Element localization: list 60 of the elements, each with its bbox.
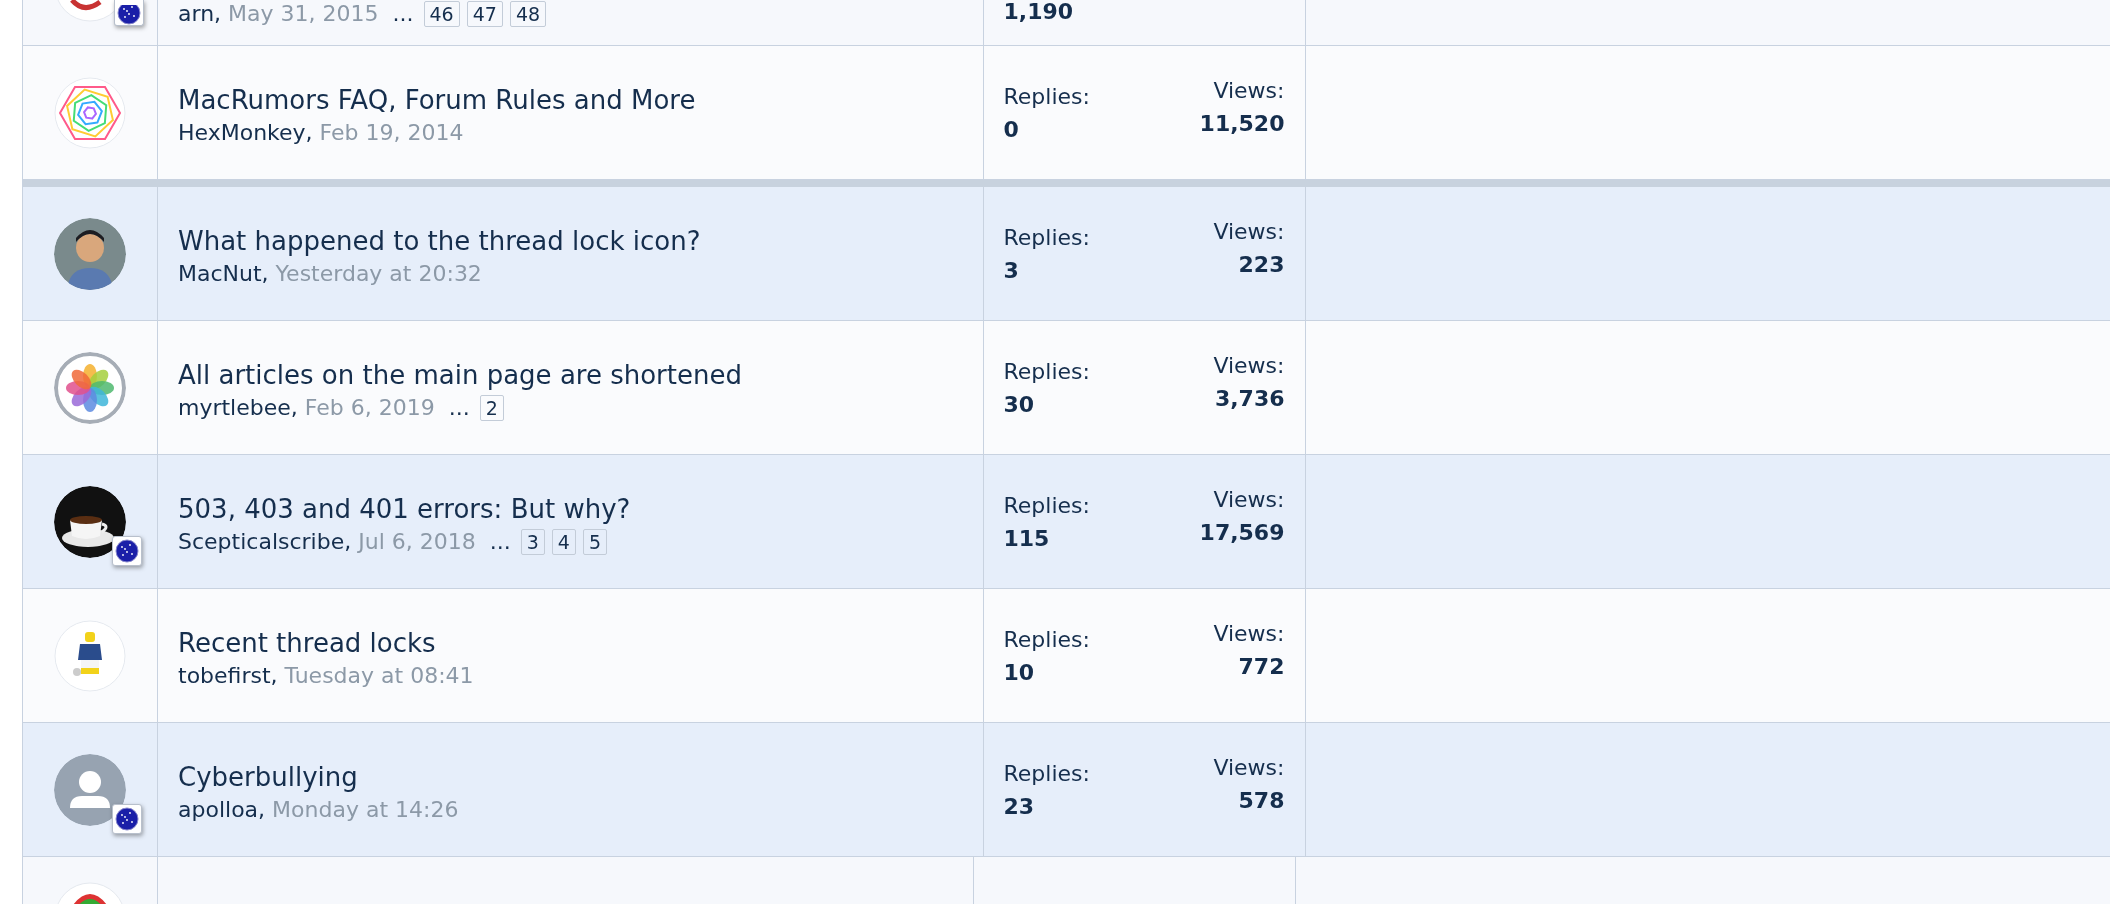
views-count: 3,736 — [1214, 385, 1285, 413]
author-link[interactable]: HexMonkey, — [178, 118, 313, 147]
replies-count: 3 — [1003, 257, 1020, 285]
replies-label: Replies: — [1003, 626, 1090, 654]
page-link[interactable]: 4 — [551, 528, 576, 555]
thread-title[interactable]: Recent thread locks — [178, 625, 983, 660]
views-count: 11,520 — [1199, 110, 1285, 138]
author-link[interactable]: tobefirst, — [178, 661, 278, 690]
page-link[interactable]: 3 — [520, 528, 545, 555]
replies-count: 10 — [1003, 659, 1036, 687]
replies-label: Replies: — [1003, 83, 1090, 111]
replies-count: 30 — [1003, 391, 1036, 419]
thread-title[interactable]: All articles on the main page are shortened — [178, 357, 983, 392]
post-date: Feb 6, 2019 — [304, 393, 435, 422]
page-link[interactable]: 46 — [423, 1, 460, 27]
page-link[interactable]: 2 — [479, 394, 504, 421]
post-date: May 31, 2015 — [228, 0, 379, 28]
views-label: Views: — [1213, 754, 1285, 782]
thread-title[interactable]: Cyberbullying — [178, 759, 983, 794]
user-icon[interactable] — [54, 753, 126, 826]
thread-title[interactable]: MacRumors FAQ, Forum Rules and More — [178, 82, 983, 117]
hexagon-avatar[interactable] — [54, 76, 126, 149]
flower-avatar[interactable] — [54, 351, 126, 424]
views-count: 223 — [1238, 251, 1285, 279]
post-date: Feb 19, 2014 — [319, 118, 464, 147]
author-link[interactable]: Scepticalscribe, — [178, 527, 352, 556]
post-date: Monday at 14:26 — [272, 795, 459, 824]
figure-avatar[interactable] — [54, 619, 126, 692]
thread-title[interactable]: 503, 403 and 401 errors: But why? — [178, 491, 983, 526]
replies-label: Replies: — [1003, 760, 1090, 788]
author-link[interactable]: apolloa, — [178, 795, 266, 824]
views-label: Views: — [1213, 77, 1285, 105]
views-label: Views: — [1213, 352, 1285, 380]
page-link[interactable]: 47 — [466, 1, 503, 27]
author-link[interactable]: myrtlebee, — [178, 393, 298, 422]
views-count: 772 — [1238, 653, 1285, 681]
author-link[interactable]: arn, — [178, 0, 222, 28]
post-date: Yesterday at 20:32 — [275, 259, 482, 288]
replies-count: 0 — [1003, 116, 1020, 144]
ellipsis: ... — [392, 0, 414, 28]
thread-title[interactable]: What happened to the thread lock icon? — [178, 223, 983, 258]
replies-label: Replies: — [1003, 492, 1090, 520]
replies-count: 23 — [1003, 793, 1036, 821]
views-count: 578 — [1238, 787, 1285, 815]
post-date: Jul 6, 2018 — [358, 527, 476, 556]
views-count: 17,569 — [1199, 519, 1285, 547]
page-link[interactable]: 48 — [509, 1, 547, 27]
page-link[interactable]: 5 — [582, 528, 607, 555]
replies-count: 115 — [1003, 525, 1051, 553]
author-link[interactable]: MacNut, — [178, 259, 269, 288]
ellipsis: ... — [489, 527, 511, 556]
replies-label: Replies: — [1003, 224, 1090, 252]
views-label: Views: — [1213, 218, 1285, 246]
replies-label: Replies: — [1003, 358, 1090, 386]
avatar[interactable] — [54, 217, 126, 290]
views-label: Views: — [1213, 620, 1285, 648]
post-date: Tuesday at 08:41 — [284, 661, 474, 690]
ellipsis: ... — [448, 393, 470, 422]
replies-count: 1,190 — [1003, 0, 1074, 24]
views-label: Views: — [1213, 486, 1285, 514]
